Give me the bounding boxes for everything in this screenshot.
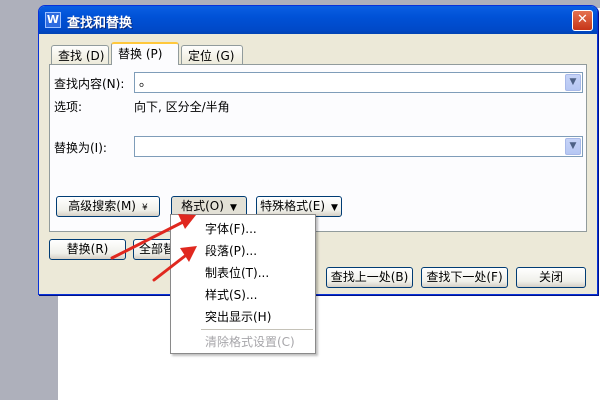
- tab-replace[interactable]: 替换 (P): [111, 42, 179, 65]
- annotation-arrows: [110, 214, 197, 282]
- red-arrow-icon: [152, 246, 197, 282]
